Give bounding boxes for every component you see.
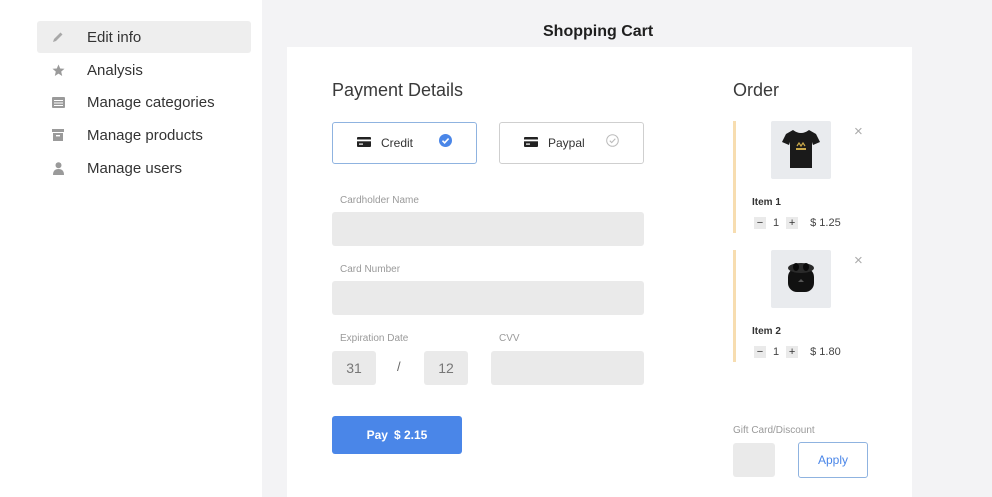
sidebar-item-edit-info[interactable]: Edit info bbox=[37, 21, 251, 53]
archive-icon bbox=[51, 128, 65, 142]
tshirt-icon bbox=[782, 128, 820, 173]
star-icon bbox=[51, 63, 65, 77]
apply-button[interactable]: Apply bbox=[798, 442, 868, 478]
item-image bbox=[771, 121, 831, 179]
sidebar: Edit info Analysis Manage categories Man… bbox=[0, 0, 262, 497]
order-item: × Item 2 − 1 + $ 1.80 bbox=[733, 250, 863, 362]
sidebar-item-label: Manage products bbox=[87, 126, 203, 144]
cvv-input[interactable] bbox=[491, 351, 644, 385]
earbuds-icon bbox=[785, 260, 817, 299]
user-icon bbox=[51, 161, 65, 175]
checkout-card: Payment Details Credit Paypal Cardholder… bbox=[287, 47, 912, 497]
payment-details-title: Payment Details bbox=[332, 80, 464, 100]
quantity-value: 1 bbox=[773, 346, 780, 358]
sidebar-item-manage-categories[interactable]: Manage categories bbox=[37, 86, 251, 118]
sidebar-item-manage-users[interactable]: Manage users bbox=[37, 152, 251, 184]
increase-quantity-button[interactable]: + bbox=[786, 217, 799, 229]
paypal-option[interactable]: Paypal bbox=[499, 122, 644, 164]
item-name: Item 1 bbox=[752, 197, 781, 208]
item-image bbox=[771, 250, 831, 308]
card-number-input[interactable] bbox=[332, 281, 644, 315]
sidebar-item-label: Edit info bbox=[87, 28, 142, 46]
list-icon bbox=[51, 95, 65, 109]
sidebar-item-label: Analysis bbox=[87, 61, 143, 79]
credit-card-icon bbox=[524, 134, 538, 152]
order-title: Order bbox=[733, 80, 780, 100]
pay-button-amount: $ 2.15 bbox=[393, 428, 428, 442]
decrease-quantity-button[interactable]: − bbox=[754, 217, 766, 229]
cardholder-name-input[interactable] bbox=[332, 212, 644, 246]
pay-button[interactable]: Pay $ 2.15 bbox=[332, 416, 462, 454]
item-price: $ 1.80 bbox=[810, 346, 841, 358]
decrease-quantity-button[interactable]: − bbox=[754, 346, 766, 358]
check-circle-filled-icon bbox=[439, 134, 452, 152]
gift-card-label: Gift Card/Discount bbox=[733, 425, 815, 436]
credit-option[interactable]: Credit bbox=[332, 122, 477, 164]
cvv-label: CVV bbox=[499, 333, 520, 344]
sidebar-item-manage-products[interactable]: Manage products bbox=[37, 119, 251, 151]
card-number-label: Card Number bbox=[340, 264, 401, 275]
pay-button-label: Pay bbox=[366, 428, 388, 442]
sidebar-item-label: Manage categories bbox=[87, 93, 215, 111]
paypal-option-label: Paypal bbox=[548, 136, 585, 150]
order-item: × Item 1 − 1 + $ 1.25 bbox=[733, 121, 863, 233]
increase-quantity-button[interactable]: + bbox=[786, 346, 799, 358]
expiration-date-label: Expiration Date bbox=[340, 333, 409, 344]
quantity-value: 1 bbox=[773, 217, 780, 229]
expiration-month-input[interactable]: 12 bbox=[424, 351, 468, 385]
expiration-day-input[interactable]: 31 bbox=[332, 351, 376, 385]
sidebar-item-label: Manage users bbox=[87, 159, 183, 177]
credit-card-icon bbox=[357, 134, 371, 152]
expiration-separator: / bbox=[397, 359, 401, 374]
check-circle-outline-icon bbox=[606, 134, 619, 152]
remove-item-button[interactable]: × bbox=[854, 124, 863, 139]
quantity-stepper: − 1 + $ 1.25 bbox=[754, 217, 841, 229]
credit-option-label: Credit bbox=[381, 136, 414, 150]
item-price: $ 1.25 bbox=[810, 217, 841, 229]
remove-item-button[interactable]: × bbox=[854, 253, 863, 268]
quantity-stepper: − 1 + $ 1.80 bbox=[754, 346, 841, 358]
cardholder-name-label: Cardholder Name bbox=[340, 195, 419, 206]
sidebar-item-analysis[interactable]: Analysis bbox=[37, 54, 251, 86]
item-name: Item 2 bbox=[752, 326, 781, 337]
page-title: Shopping Cart bbox=[543, 23, 654, 40]
pencil-icon bbox=[51, 30, 65, 44]
gift-card-input[interactable] bbox=[733, 443, 775, 477]
